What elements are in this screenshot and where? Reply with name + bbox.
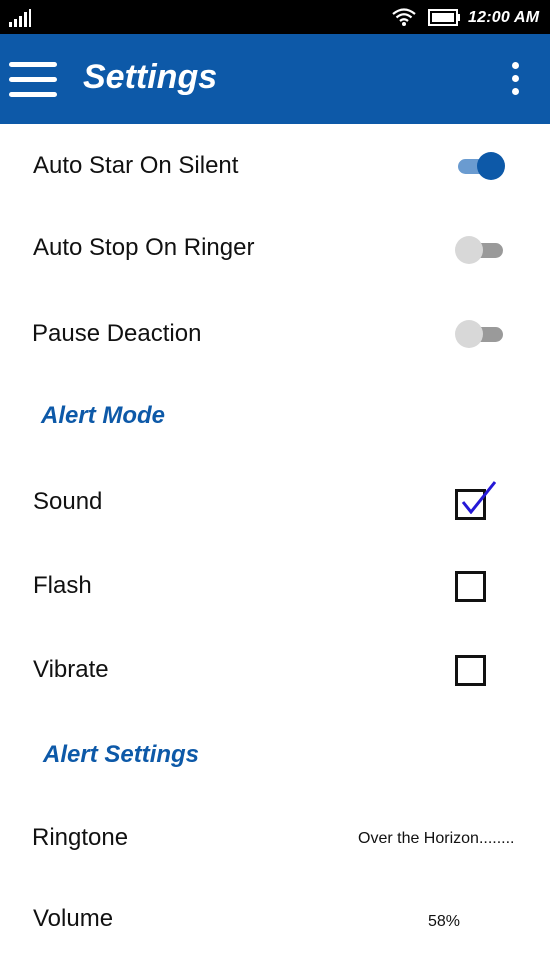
alert-settings-header: Alert Settings <box>43 741 200 768</box>
ringtone-value: Over the Horizon........ <box>358 830 515 847</box>
ringtone-label: Ringtone <box>32 824 129 851</box>
auto-star-on-silent-label: Auto Star On Silent <box>33 152 239 179</box>
vibrate-label: Vibrate <box>33 656 109 683</box>
pause-deaction-toggle[interactable] <box>455 319 507 349</box>
checkmark-icon <box>461 481 496 514</box>
hamburger-menu-icon[interactable] <box>9 62 57 98</box>
status-time: 12:00 AM <box>468 9 540 26</box>
flash-checkbox[interactable] <box>455 571 486 602</box>
signal-icon <box>9 9 31 27</box>
volume-label: Volume <box>33 905 114 932</box>
page-title: Settings <box>83 58 218 96</box>
battery-icon <box>428 9 460 26</box>
wifi-icon <box>392 8 416 26</box>
vibrate-checkbox[interactable] <box>455 655 486 686</box>
sound-checkbox[interactable] <box>455 481 496 520</box>
overflow-menu-icon[interactable] <box>505 61 527 99</box>
pause-deaction-label: Pause Deaction <box>32 320 202 347</box>
alert-mode-header: Alert Mode <box>41 402 166 429</box>
auto-stop-on-ringer-label: Auto Stop On Ringer <box>33 234 255 261</box>
app-bar: Settings <box>0 34 550 124</box>
sound-label: Sound <box>33 488 103 515</box>
status-bar: 12:00 AM <box>0 0 550 34</box>
flash-label: Flash <box>33 572 92 599</box>
auto-stop-on-ringer-toggle[interactable] <box>455 235 507 265</box>
auto-star-on-silent-toggle[interactable] <box>455 151 507 181</box>
volume-value: 58% <box>428 913 461 930</box>
